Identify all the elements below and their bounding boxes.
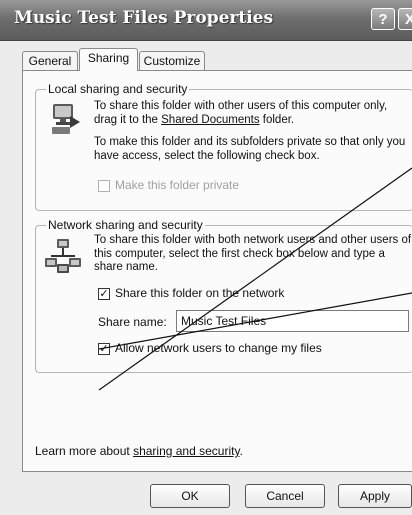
learn-more-text: Learn more about sharing and security. <box>35 444 405 459</box>
tab-customize[interactable]: Customize <box>139 51 205 70</box>
local-sharing-group: Local sharing and security To share this… <box>35 82 412 211</box>
window-title: Music Test Files Properties <box>14 8 274 28</box>
share-name-input[interactable]: Music Test Files <box>176 310 409 332</box>
close-icon: X <box>404 10 412 28</box>
learn-more-prefix: Learn more about <box>35 444 134 458</box>
network-share-icon <box>45 239 81 273</box>
ok-button[interactable]: OK <box>150 484 230 508</box>
make-private-label: Make this folder private <box>115 178 240 192</box>
help-button[interactable]: ? <box>371 8 395 30</box>
shared-documents-link[interactable]: Shared Documents <box>161 114 259 126</box>
local-sharing-text-2: To make this folder and its subfolders p… <box>94 136 406 162</box>
local-sharing-text-1: To share this folder with other users of… <box>94 100 410 127</box>
network-sharing-group: Network sharing and security To share th… <box>35 218 412 373</box>
local-sharing-legend: Local sharing and security <box>46 82 190 96</box>
title-bar[interactable]: Music Test Files Properties ? X <box>0 0 412 41</box>
help-icon: ? <box>378 10 388 28</box>
tab-general[interactable]: General <box>22 51 78 70</box>
close-button[interactable]: X <box>398 8 412 30</box>
network-sharing-legend: Network sharing and security <box>46 218 205 232</box>
local-sharing-text-1-end: folder. <box>259 113 295 126</box>
sharing-panel: Local sharing and security To share this… <box>22 70 412 472</box>
share-on-network-checkbox[interactable]: ✓ <box>98 288 110 300</box>
share-on-network-label: Share this folder on the network <box>115 286 285 300</box>
computer-share-icon <box>52 104 80 134</box>
apply-button[interactable]: Apply <box>338 484 412 508</box>
allow-change-checkbox[interactable]: ✓ <box>98 343 110 355</box>
properties-dialog: Music Test Files Properties ? X General … <box>0 0 412 515</box>
make-private-checkbox[interactable] <box>98 180 110 192</box>
tab-sharing[interactable]: Sharing <box>79 48 138 71</box>
network-sharing-text: To share this folder with both network u… <box>94 234 412 273</box>
cancel-button[interactable]: Cancel <box>245 484 325 508</box>
learn-more-suffix: . <box>239 444 243 458</box>
share-name-label: Share name: <box>98 315 167 329</box>
sharing-security-link[interactable]: sharing and security <box>133 444 240 458</box>
allow-change-label: Allow network users to change my files <box>115 341 322 355</box>
